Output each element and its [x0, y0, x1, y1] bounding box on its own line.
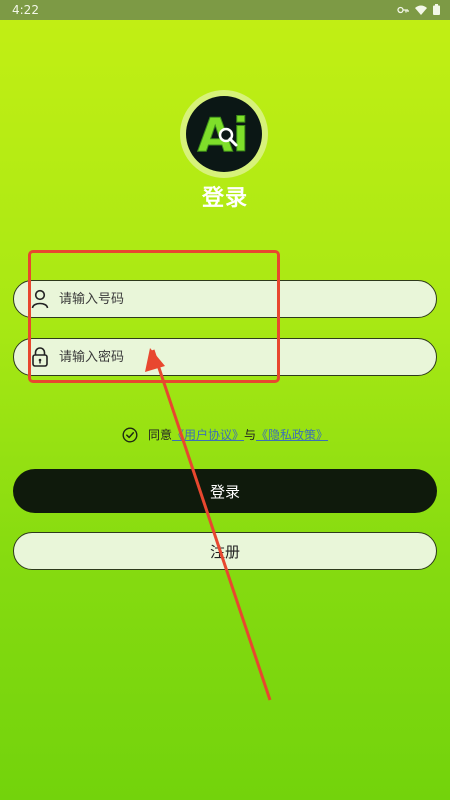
status-icons	[397, 4, 440, 15]
check-circle-icon[interactable]	[122, 426, 138, 443]
battery-icon	[433, 4, 440, 15]
agreement-row: 同意 《用户协议》 与 《隐私政策》	[0, 426, 450, 443]
user-icon	[29, 288, 51, 310]
page-title: 登录	[201, 186, 248, 211]
register-button-label: 注册	[209, 542, 240, 561]
key-icon	[397, 6, 409, 13]
login-button-label: 登录	[209, 482, 240, 501]
agreement-joiner: 与	[244, 428, 257, 442]
status-time: 4:22	[12, 3, 39, 17]
register-button[interactable]: 注册	[13, 532, 437, 570]
phone-input[interactable]	[57, 290, 436, 308]
password-input[interactable]	[57, 348, 436, 366]
lock-icon	[29, 346, 51, 368]
privacy-policy-link[interactable]: 《隐私政策》	[256, 426, 328, 443]
app-logo: Ai	[180, 90, 268, 178]
logo-badge: Ai	[186, 96, 262, 172]
logo-ai-mark: Ai	[197, 108, 249, 162]
wifi-icon	[415, 5, 427, 15]
status-bar: 4:22	[0, 0, 450, 20]
password-field[interactable]	[13, 338, 437, 376]
login-button[interactable]: 登录	[13, 469, 437, 513]
user-agreement-link[interactable]: 《用户协议》	[172, 426, 244, 443]
phone-field[interactable]	[13, 280, 437, 318]
agreement-prefix: 同意	[147, 428, 172, 442]
